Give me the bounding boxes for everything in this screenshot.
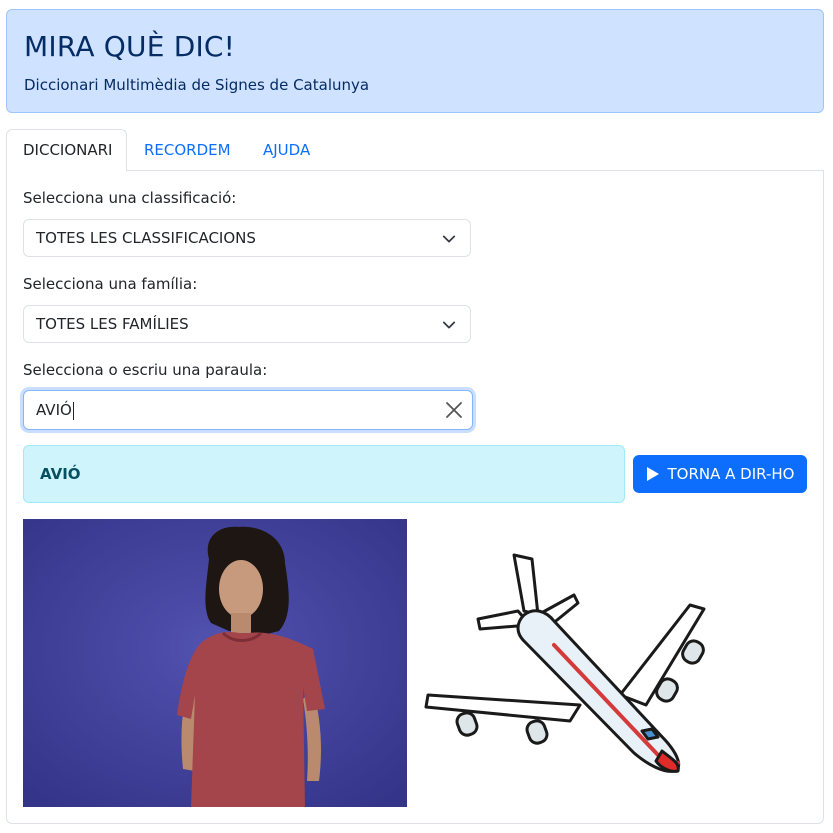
family-select[interactable]: TOTES LES FAMÍLIES [23, 305, 471, 343]
chevron-down-icon [442, 321, 456, 329]
classification-select-value: TOTES LES CLASSIFICACIONS [36, 229, 256, 247]
replay-button-label: TORNA A DIR-HO [667, 465, 795, 483]
word-label: Selecciona o escriu una paraula: [23, 361, 268, 379]
app-title: MIRA QUÈ DIC! [24, 30, 236, 63]
tab-recordem[interactable]: RECORDEM [128, 129, 247, 171]
sign-video[interactable] [23, 519, 407, 807]
result-word-alert: AVIÓ [23, 445, 625, 503]
app-header: MIRA QUÈ DIC! Diccionari Multimèdia de S… [6, 9, 824, 113]
tab-diccionari[interactable]: DICCIONARI [6, 129, 127, 172]
airplane-icon [424, 553, 706, 773]
close-icon[interactable] [444, 400, 464, 420]
chevron-down-icon [442, 235, 456, 243]
play-icon [646, 467, 659, 481]
tab-bar: DICCIONARI RECORDEM AJUDA [6, 129, 824, 172]
classification-label: Selecciona una classificació: [23, 189, 237, 207]
word-input-value: AVIÓ [36, 401, 72, 419]
family-label: Selecciona una família: [23, 275, 198, 293]
word-input[interactable]: AVIÓ [23, 390, 473, 430]
text-caret [72, 401, 74, 420]
family-select-value: TOTES LES FAMÍLIES [36, 315, 189, 333]
app-subtitle: Diccionari Multimèdia de Signes de Catal… [24, 76, 370, 94]
replay-button[interactable]: TORNA A DIR-HO [633, 455, 807, 493]
tab-ajuda[interactable]: AJUDA [247, 129, 326, 171]
signer-figure [23, 519, 407, 807]
classification-select[interactable]: TOTES LES CLASSIFICACIONS [23, 219, 471, 257]
